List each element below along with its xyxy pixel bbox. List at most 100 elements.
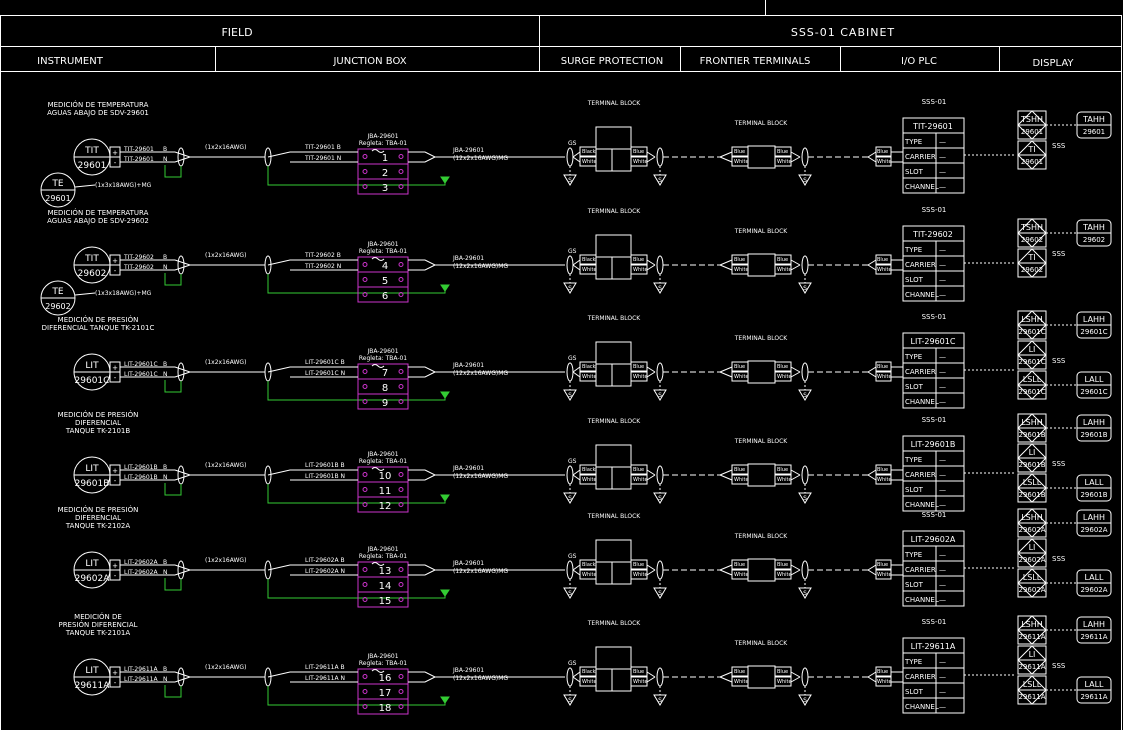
plc-row-label: CHANNEL bbox=[905, 398, 939, 406]
plc-title: SSS-01 bbox=[922, 618, 947, 626]
minus-sign: - bbox=[114, 267, 117, 275]
alarm-code: LALL bbox=[1084, 478, 1104, 487]
jb-ground bbox=[440, 284, 450, 292]
wire bbox=[867, 264, 877, 271]
plc-title: SSS-01 bbox=[922, 416, 947, 424]
wire bbox=[719, 676, 733, 683]
display-number: 29602A bbox=[1018, 526, 1045, 534]
jb-ground bbox=[440, 589, 450, 597]
wire bbox=[572, 259, 581, 266]
wire bbox=[867, 371, 877, 378]
home-run-label: (12x2x16AWG)MG bbox=[453, 568, 508, 575]
plc-tag: LIT-29611A bbox=[911, 642, 956, 651]
display-group: LSHH29602ALAHH29602ALI29602ALSLL29602ALA… bbox=[1017, 508, 1112, 598]
jb-screw bbox=[398, 262, 404, 267]
alarm-number: 29601 bbox=[1083, 128, 1105, 136]
wire bbox=[719, 371, 733, 378]
surge-label: Black bbox=[582, 467, 596, 473]
wire bbox=[790, 259, 801, 266]
alarm-tag: LAHH 29611A bbox=[1076, 616, 1112, 644]
field-cable bbox=[174, 156, 191, 163]
shield-oval bbox=[566, 362, 574, 382]
wire bbox=[646, 564, 656, 571]
plc-row-value: — bbox=[939, 688, 946, 696]
wire bbox=[867, 366, 877, 373]
plc-row-label: TYPE bbox=[904, 246, 922, 254]
shield-oval bbox=[566, 255, 574, 275]
plc-tag: LIT-29601B bbox=[911, 440, 956, 449]
shield-oval bbox=[801, 667, 809, 687]
loop-description: MEDICIÓN DE PRESIÓN bbox=[58, 410, 139, 419]
jb-screw bbox=[362, 689, 368, 694]
plc-row-label: TYPE bbox=[904, 551, 922, 559]
wire bbox=[867, 671, 877, 678]
alarm-code: LALL bbox=[1084, 375, 1104, 384]
jb-terminal-number: 18 bbox=[379, 703, 392, 714]
cabinet-title: SSS-01 CABINET bbox=[791, 26, 895, 39]
frontier-label: Blue bbox=[777, 467, 788, 473]
sss-label: SSS bbox=[1052, 357, 1066, 365]
plc-row-label: CARRIER bbox=[905, 673, 936, 681]
wiring-diagram: FIELD SSS-01 CABINET INSTRUMENT JUNCTION… bbox=[0, 0, 1122, 730]
jb-screw bbox=[398, 369, 404, 374]
te-number: 29602 bbox=[45, 302, 70, 311]
display-tag: LI 29602A bbox=[1017, 538, 1047, 568]
surge-label: Blue bbox=[633, 149, 644, 155]
wire bbox=[646, 671, 656, 678]
loop-description: TANQUE TK-2101B bbox=[65, 427, 131, 435]
ground-label: S bbox=[568, 590, 572, 597]
alarm-code: LAHH bbox=[1083, 315, 1105, 324]
display-tag: LSHH 29601C bbox=[1017, 310, 1047, 340]
frontier-label: White bbox=[734, 477, 749, 483]
display-code: TI bbox=[1027, 253, 1035, 262]
wire bbox=[790, 564, 801, 571]
col-display: DISPLAY bbox=[1032, 58, 1074, 69]
frontier-label: White bbox=[734, 374, 749, 380]
shield-oval bbox=[566, 465, 574, 485]
jb-wire-tag: TIT-29601 B bbox=[304, 144, 341, 151]
jb-terminal-number: 17 bbox=[379, 688, 392, 699]
display-tag: TI 29602 bbox=[1017, 248, 1047, 278]
plc-title: SSS-01 bbox=[922, 206, 947, 214]
frontier-label: White bbox=[734, 679, 749, 685]
loop-description: DIFERENCIAL bbox=[75, 514, 121, 522]
display-number: 29611A bbox=[1018, 663, 1045, 671]
wire bbox=[646, 371, 656, 378]
plc-row-value: — bbox=[939, 471, 946, 479]
display-code: LSHH bbox=[1021, 315, 1043, 324]
display-tag: LSLL 29601B bbox=[1017, 473, 1047, 503]
surge-label: Blue bbox=[633, 562, 644, 568]
header-grid bbox=[0, 0, 1122, 730]
alarm-number: 29602A bbox=[1080, 586, 1107, 594]
field-cable bbox=[174, 564, 265, 571]
wire bbox=[719, 264, 733, 271]
field-cable bbox=[174, 259, 265, 266]
jb-loop-symbol bbox=[371, 257, 385, 261]
jb-title: JBA-29601 bbox=[366, 653, 398, 660]
surge-label: White bbox=[582, 267, 597, 273]
jb-wire-tag: LIT-29611A B bbox=[305, 664, 345, 671]
frontier-label: White bbox=[777, 477, 792, 483]
sss-label: SSS bbox=[1052, 460, 1066, 468]
alarm-code: TAHH bbox=[1082, 115, 1105, 124]
alarm-tag: LALL 29601C bbox=[1076, 371, 1112, 399]
ground-label: S bbox=[658, 590, 662, 597]
plc-row-label: CARRIER bbox=[905, 471, 936, 479]
alarm-number: 29601C bbox=[1080, 328, 1107, 336]
jb-terminal-block: 16 17 18 bbox=[357, 668, 409, 715]
shield-oval bbox=[177, 465, 185, 485]
te-tag: TE bbox=[51, 287, 63, 297]
field-title: FIELD bbox=[221, 26, 252, 39]
jb-terminal-number: 2 bbox=[382, 168, 388, 179]
plc-io-label: White bbox=[877, 159, 892, 165]
plc-card: SSS-01BlueWhiteLIT-29601BTYPE —CARRIER —SL… bbox=[867, 416, 965, 512]
wire bbox=[867, 564, 877, 571]
plc-card: SSS-01BlueWhiteLIT-29602ATYPE —CARRIER —SL… bbox=[867, 511, 965, 607]
display-group: LSHH29611ALAHH29611ALI29611ALSLL29611ALA… bbox=[1017, 615, 1112, 705]
surge-title: TERMINAL BLOCK bbox=[587, 513, 642, 520]
display-code: LSLL bbox=[1023, 573, 1042, 582]
temperature-element: TE 29601 (1x3x18AWG)+MG bbox=[40, 172, 152, 208]
jb-terminal-number: 16 bbox=[379, 673, 392, 684]
jb-screw bbox=[398, 277, 404, 282]
plc-row-value: — bbox=[939, 673, 946, 681]
